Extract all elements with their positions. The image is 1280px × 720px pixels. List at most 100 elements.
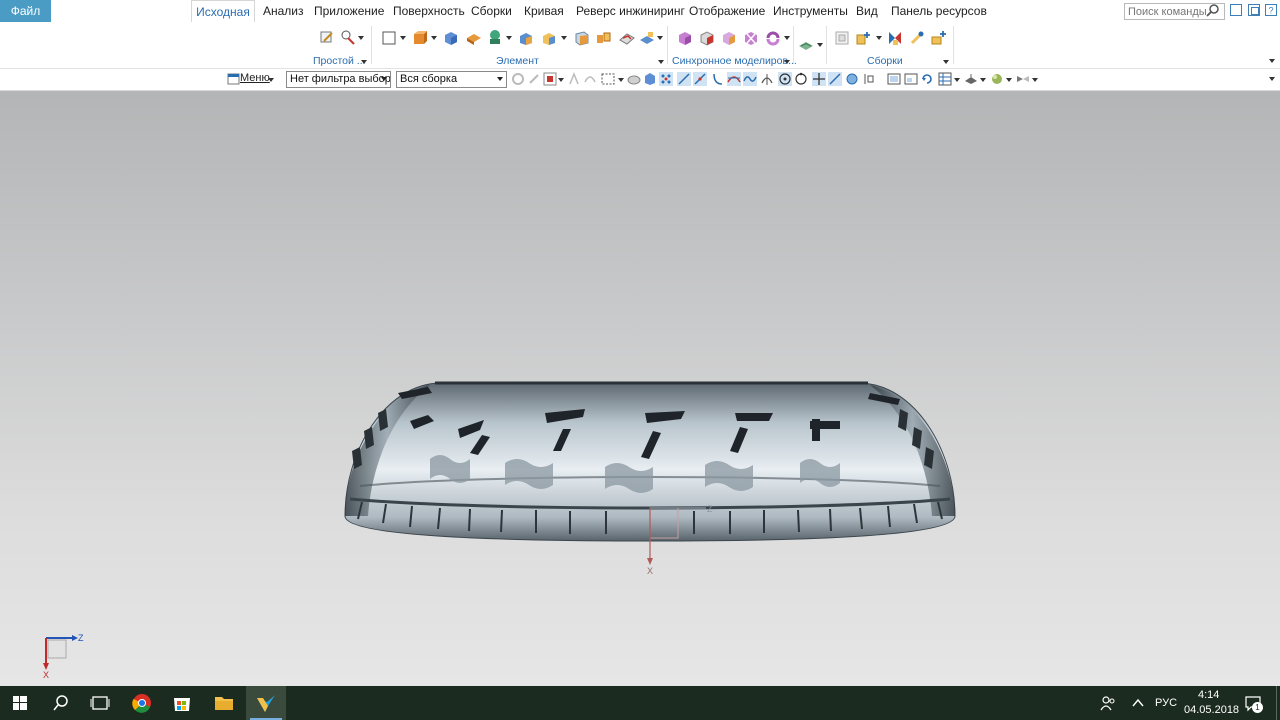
chevron-up-icon[interactable] (1131, 697, 1145, 709)
chevron-down-icon[interactable] (817, 43, 823, 47)
snap-on-line-icon[interactable] (828, 72, 842, 86)
clock-time[interactable]: 4:14 (1198, 689, 1219, 701)
chamfer-icon[interactable] (541, 30, 557, 46)
group-label-feature[interactable]: Элемент (496, 55, 539, 67)
select-solid-icon[interactable] (643, 72, 657, 86)
block-icon[interactable] (443, 30, 459, 46)
new-component-icon[interactable] (931, 30, 947, 46)
selection-scope-dropdown[interactable]: Вся сборка (396, 71, 507, 88)
edge-blend-icon[interactable] (518, 30, 534, 46)
chevron-down-icon[interactable] (954, 78, 960, 82)
datum-plane-icon[interactable] (381, 30, 397, 46)
replace-face-icon[interactable] (765, 30, 781, 46)
chevron-down-icon[interactable] (358, 36, 364, 40)
chevron-down-icon[interactable] (876, 36, 882, 40)
chevron-down-icon[interactable] (657, 36, 663, 40)
chevron-down-icon[interactable] (1032, 78, 1038, 82)
snap-tangent-icon[interactable] (760, 72, 774, 86)
trim-body-icon[interactable] (619, 30, 635, 46)
show-desktop-button[interactable] (1276, 686, 1277, 720)
pattern-feature-icon[interactable] (596, 30, 612, 46)
pull-face-icon[interactable] (699, 30, 715, 46)
snap-control-point-icon[interactable] (711, 72, 725, 86)
hole-icon[interactable] (487, 29, 503, 45)
curve-icon[interactable] (340, 29, 356, 45)
delete-face-icon[interactable] (743, 30, 759, 46)
tab-view[interactable]: Вид (856, 0, 878, 22)
more-features-icon[interactable] (639, 30, 655, 46)
windows-start-icon[interactable] (0, 686, 40, 720)
tire-model[interactable] (0, 91, 1280, 686)
snap-midpoint-icon[interactable] (693, 72, 707, 86)
toolbar-options-icon[interactable] (1269, 77, 1275, 81)
orient-view-icon[interactable] (938, 72, 952, 86)
section-view-icon[interactable] (1016, 72, 1030, 86)
background-icon[interactable] (990, 72, 1004, 86)
unite-icon[interactable] (466, 30, 482, 46)
assembly-constraints-icon[interactable] (909, 30, 925, 46)
chevron-down-icon[interactable] (268, 78, 274, 82)
snap-point-icon[interactable] (527, 72, 541, 86)
people-icon[interactable] (1100, 695, 1116, 711)
move-component-icon[interactable] (887, 30, 903, 46)
chevron-down-icon[interactable] (431, 36, 437, 40)
tab-analysis[interactable]: Анализ (263, 0, 304, 22)
rendering-style-icon[interactable] (964, 72, 978, 86)
group-label-simple[interactable]: Простой ... (313, 55, 366, 67)
chevron-down-icon[interactable] (658, 60, 664, 64)
ribbon-options-icon[interactable] (1269, 59, 1275, 63)
move-face-icon[interactable] (677, 30, 693, 46)
type-filter-icon[interactable] (543, 72, 557, 86)
clock-date[interactable]: 04.05.2018 (1184, 704, 1239, 716)
group-label-synchronous-modeling[interactable]: Синхронное моделиров... (672, 55, 797, 67)
surface-gallery-icon[interactable] (798, 37, 814, 53)
search-icon[interactable] (1206, 3, 1220, 17)
tab-resource-bar[interactable]: Панель ресурсов (891, 0, 987, 22)
chevron-down-icon[interactable] (1006, 78, 1012, 82)
rectangle-select-icon[interactable] (601, 72, 615, 86)
restore-ribbon-icon[interactable] (1230, 4, 1242, 16)
selection-filter-dropdown[interactable]: Нет фильтра выбор (286, 71, 391, 88)
snap-arc-center-icon[interactable] (778, 72, 792, 86)
chevron-down-icon[interactable] (400, 36, 406, 40)
chevron-down-icon[interactable] (784, 60, 790, 64)
snap-on-surface-icon[interactable] (845, 72, 859, 86)
tab-curve[interactable]: Кривая (524, 0, 564, 22)
store-icon[interactable] (162, 686, 202, 720)
fit-view-icon[interactable] (887, 72, 901, 86)
chevron-down-icon[interactable] (561, 36, 567, 40)
task-view-icon[interactable] (80, 686, 120, 720)
chevron-down-icon[interactable] (506, 36, 512, 40)
selection-settings-icon[interactable] (511, 72, 525, 86)
shell-icon[interactable] (574, 30, 590, 46)
file-explorer-icon[interactable] (204, 686, 244, 720)
tab-application[interactable]: Приложение (314, 0, 384, 22)
add-component-icon[interactable] (856, 30, 872, 46)
extrude-icon[interactable] (412, 30, 428, 46)
zoom-view-icon[interactable] (904, 72, 918, 86)
assembly-navigator-icon[interactable] (834, 30, 850, 46)
snap-existing-point-icon[interactable] (812, 72, 826, 86)
snap-on-curve-icon[interactable] (743, 72, 757, 86)
offset-region-icon[interactable] (721, 30, 737, 46)
select-feature-icon[interactable] (567, 72, 581, 86)
chevron-down-icon[interactable] (361, 60, 367, 64)
tab-surface[interactable]: Поверхность (393, 0, 465, 22)
chevron-down-icon[interactable] (784, 36, 790, 40)
search-icon[interactable] (40, 686, 80, 720)
sketch-icon[interactable] (319, 29, 335, 45)
snap-quadrant-icon[interactable] (794, 72, 808, 86)
graphics-window[interactable]: Z X Z X (0, 91, 1280, 686)
menu-button[interactable]: Меню (240, 72, 270, 84)
chevron-down-icon[interactable] (980, 78, 986, 82)
chevron-down-icon[interactable] (618, 78, 624, 82)
nx-app-icon[interactable] (246, 686, 286, 720)
snap-endpoint-icon[interactable] (677, 72, 691, 86)
snap-all-icon[interactable] (659, 72, 673, 86)
tab-home[interactable]: Исходная (191, 0, 255, 23)
tab-display[interactable]: Отображение (689, 0, 765, 22)
select-faces-icon[interactable] (627, 72, 641, 86)
menu-icon[interactable] (227, 72, 241, 86)
chevron-down-icon[interactable] (558, 78, 564, 82)
rotate-view-icon[interactable] (920, 72, 934, 86)
